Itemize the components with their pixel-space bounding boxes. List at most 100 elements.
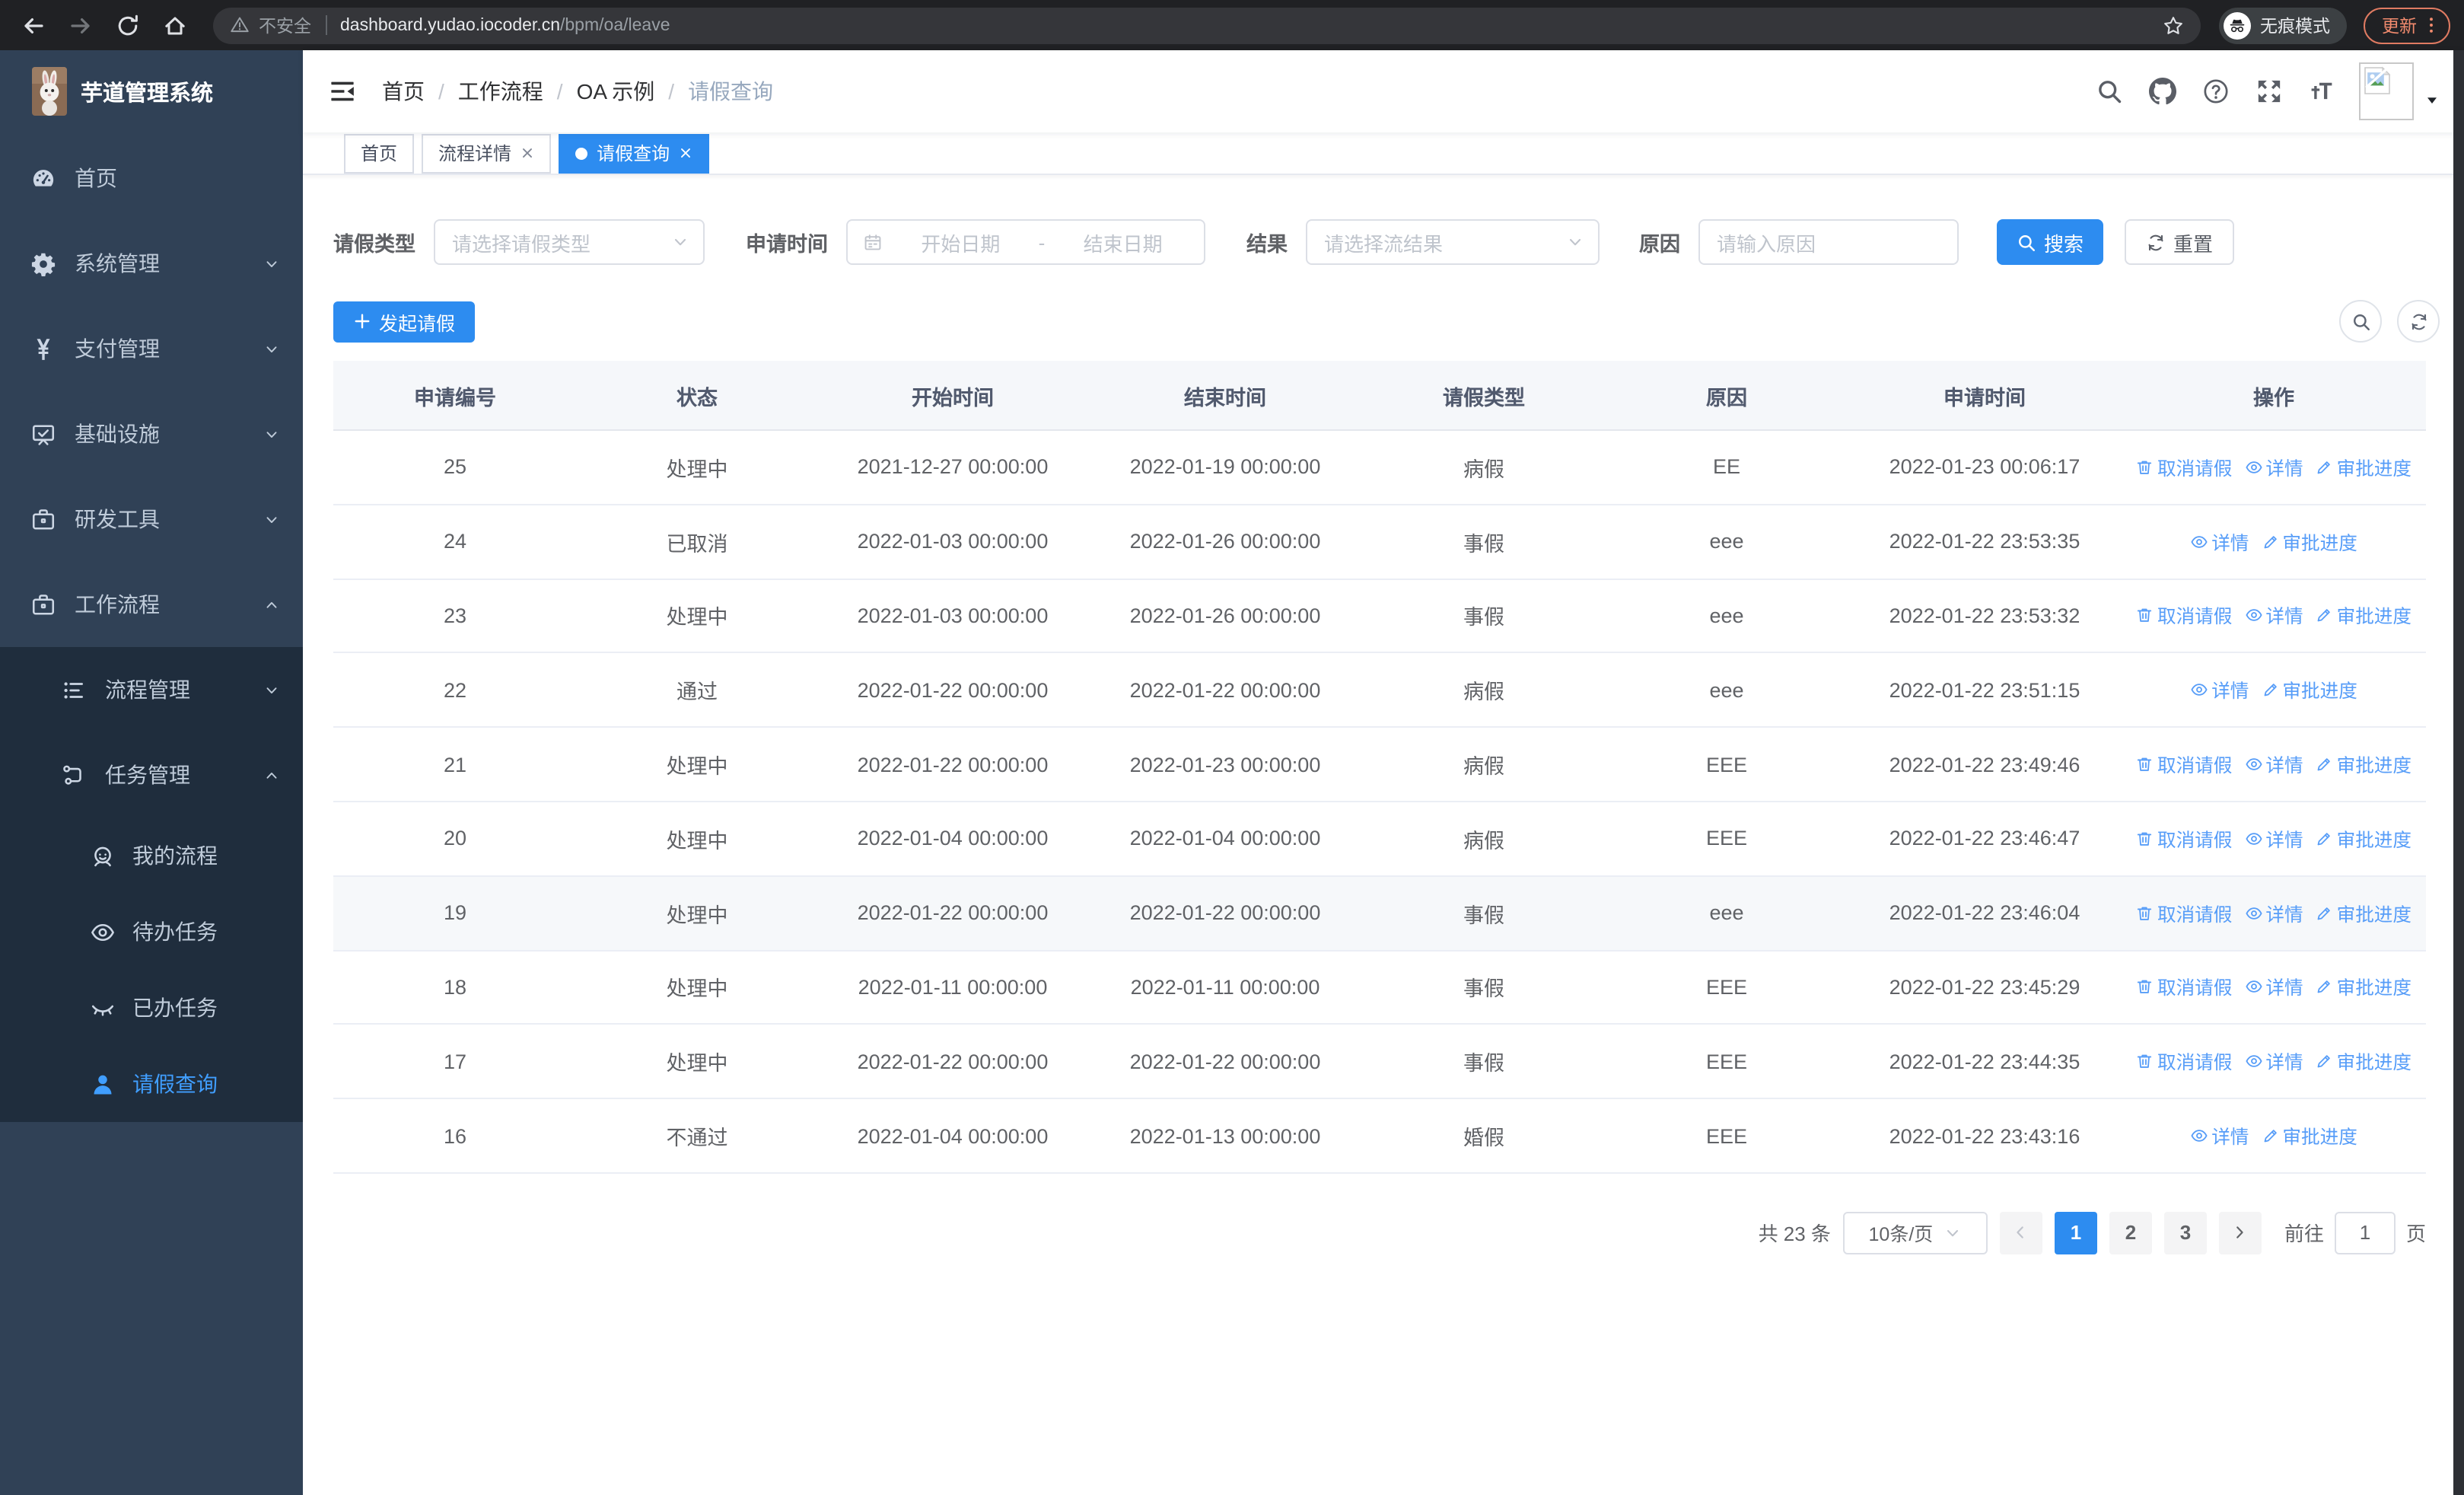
font-size-icon[interactable] — [2309, 78, 2336, 105]
reason-label: 原因 — [1639, 233, 1680, 256]
goto-suffix: 页 — [2405, 1222, 2426, 1246]
sidebar-item-process-management[interactable]: 流程管理 — [0, 647, 303, 732]
app-logo[interactable]: 芋道管理系统 — [0, 50, 303, 132]
leave-type-select[interactable]: 请选择请假类型 — [434, 219, 705, 265]
action-cancel-link[interactable]: 取消请假 — [2136, 602, 2232, 630]
chevron-down-icon — [671, 233, 689, 251]
close-icon[interactable] — [520, 146, 534, 160]
avatar[interactable] — [2359, 62, 2414, 120]
browser-reload-icon[interactable] — [116, 13, 140, 37]
action-progress-link[interactable]: 审批进度 — [2261, 1122, 2357, 1149]
action-cancel-link[interactable]: 取消请假 — [2136, 1048, 2232, 1076]
user-avatar[interactable] — [2359, 62, 2440, 120]
action-detail-link[interactable]: 详情 — [2244, 974, 2303, 1001]
search-tool-button[interactable] — [2339, 300, 2382, 343]
action-progress-link[interactable]: 审批进度 — [2261, 528, 2357, 555]
refresh-tool-button[interactable] — [2397, 300, 2440, 343]
browser-forward-icon[interactable] — [68, 13, 93, 37]
browser-home-icon[interactable] — [163, 13, 187, 37]
action-label: 取消请假 — [2157, 904, 2233, 926]
browser-menu-icon[interactable] — [2421, 15, 2441, 35]
sidebar-item-payment[interactable]: 支付管理 — [0, 306, 303, 391]
url-host: dashboard.yudao.iocoder.cn — [340, 16, 560, 34]
reset-button[interactable]: 重置 — [2125, 219, 2235, 265]
next-page-button[interactable] — [2218, 1211, 2262, 1254]
action-progress-link[interactable]: 审批进度 — [2316, 454, 2411, 481]
create-leave-button[interactable]: 发起请假 — [333, 301, 476, 342]
action-detail-link[interactable]: 详情 — [2244, 751, 2303, 778]
apply-time-range-picker[interactable]: 开始日期 - 结束日期 — [846, 219, 1205, 265]
reason-input[interactable]: 请输入原因 — [1698, 219, 1959, 265]
search-button[interactable]: 搜索 — [1997, 219, 2104, 265]
action-cancel-link[interactable]: 取消请假 — [2136, 974, 2232, 1001]
close-icon[interactable] — [679, 146, 692, 160]
action-cancel-link[interactable]: 取消请假 — [2136, 454, 2232, 481]
action-detail-link[interactable]: 详情 — [2244, 454, 2303, 481]
action-detail-link[interactable]: 详情 — [2244, 825, 2303, 853]
action-progress-link[interactable]: 审批进度 — [2316, 899, 2411, 926]
cell-status: 已取消 — [666, 532, 728, 556]
browser-back-icon[interactable] — [21, 13, 46, 37]
page-size-value: 10条/页 — [1868, 1224, 1934, 1246]
action-progress-link[interactable]: 审批进度 — [2261, 677, 2357, 704]
not-secure-icon[interactable] — [230, 15, 250, 35]
action-cancel-link[interactable]: 取消请假 — [2136, 825, 2232, 853]
cell-type: 病假 — [1463, 457, 1504, 481]
action-detail-link[interactable]: 详情 — [2244, 602, 2303, 630]
action-detail-link[interactable]: 详情 — [2190, 1122, 2249, 1149]
sidebar-item-devtools[interactable]: 研发工具 — [0, 477, 303, 562]
breadcrumb-separator: / — [668, 79, 675, 104]
tab-请假查询[interactable]: 请假查询 — [559, 133, 710, 173]
eye-open-icon — [2190, 532, 2208, 550]
sidebar-item-leave-query[interactable]: 请假查询 — [0, 1046, 303, 1122]
cell-end: 2022-01-22 00:00:00 — [1129, 901, 1321, 925]
sidebar-item-infrastructure[interactable]: 基础设施 — [0, 391, 303, 477]
page-button-3[interactable]: 3 — [2163, 1211, 2207, 1254]
sidebar-item-done-tasks[interactable]: 已办任务 — [0, 970, 303, 1046]
sidebar-item-home[interactable]: 首页 — [0, 135, 303, 221]
breadcrumb-item[interactable]: OA 示例 — [577, 76, 655, 107]
fullscreen-icon[interactable] — [2255, 78, 2283, 105]
sidebar-item-task-management[interactable]: 任务管理 — [0, 732, 303, 818]
bookmark-star-icon[interactable] — [2163, 14, 2184, 36]
action-detail-link[interactable]: 详情 — [2190, 528, 2249, 555]
action-detail-link[interactable]: 详情 — [2190, 677, 2249, 704]
page-size-select[interactable]: 10条/页 — [1842, 1211, 1988, 1254]
avatar-caret-icon[interactable] — [2424, 93, 2440, 108]
page-button-2[interactable]: 2 — [2109, 1211, 2152, 1254]
browser-update-button[interactable]: 更新 — [2364, 7, 2450, 43]
tabs-bar: 首页 流程详情 请假查询 — [303, 132, 2464, 175]
result-select[interactable]: 请选择流结果 — [1306, 219, 1600, 265]
goto-page-input[interactable]: 1 — [2334, 1211, 2396, 1254]
action-progress-link[interactable]: 审批进度 — [2316, 1048, 2411, 1076]
eye-open-icon — [2244, 904, 2262, 922]
tab-流程详情[interactable]: 流程详情 — [422, 133, 552, 173]
sidebar-item-todo-tasks[interactable]: 待办任务 — [0, 894, 303, 970]
cell-reason: EEE — [1705, 1050, 1747, 1073]
scrollbar-track[interactable] — [2453, 50, 2464, 1495]
help-icon[interactable] — [2202, 78, 2230, 105]
sidebar-item-workflow[interactable]: 工作流程 — [0, 562, 303, 647]
address-bar[interactable]: 不安全 dashboard.yudao.iocoder.cn/bpm/oa/le… — [213, 7, 2201, 43]
breadcrumb-item[interactable]: 首页 — [382, 76, 425, 107]
github-icon[interactable] — [2149, 78, 2176, 105]
action-progress-link[interactable]: 审批进度 — [2316, 602, 2411, 630]
search-icon[interactable] — [2096, 78, 2123, 105]
cell-end: 2022-01-19 00:00:00 — [1129, 455, 1321, 479]
sidebar-item-my-process[interactable]: 我的流程 — [0, 818, 303, 894]
sidebar-item-label: 已办任务 — [132, 996, 218, 1020]
action-cancel-link[interactable]: 取消请假 — [2136, 751, 2232, 778]
sidebar-toggle-icon[interactable] — [329, 78, 356, 105]
action-progress-link[interactable]: 审批进度 — [2316, 825, 2411, 853]
action-detail-link[interactable]: 详情 — [2244, 1048, 2303, 1076]
prev-page-button[interactable] — [1999, 1211, 2042, 1254]
action-progress-link[interactable]: 审批进度 — [2316, 751, 2411, 778]
action-cancel-link[interactable]: 取消请假 — [2136, 899, 2232, 926]
tab-首页[interactable]: 首页 — [344, 133, 415, 173]
action-progress-link[interactable]: 审批进度 — [2316, 974, 2411, 1001]
page-button-1[interactable]: 1 — [2054, 1211, 2097, 1254]
cell-end: 2022-01-22 00:00:00 — [1129, 1050, 1321, 1073]
breadcrumb-item[interactable]: 工作流程 — [458, 76, 543, 107]
action-detail-link[interactable]: 详情 — [2244, 899, 2303, 926]
sidebar-item-system[interactable]: 系统管理 — [0, 221, 303, 306]
